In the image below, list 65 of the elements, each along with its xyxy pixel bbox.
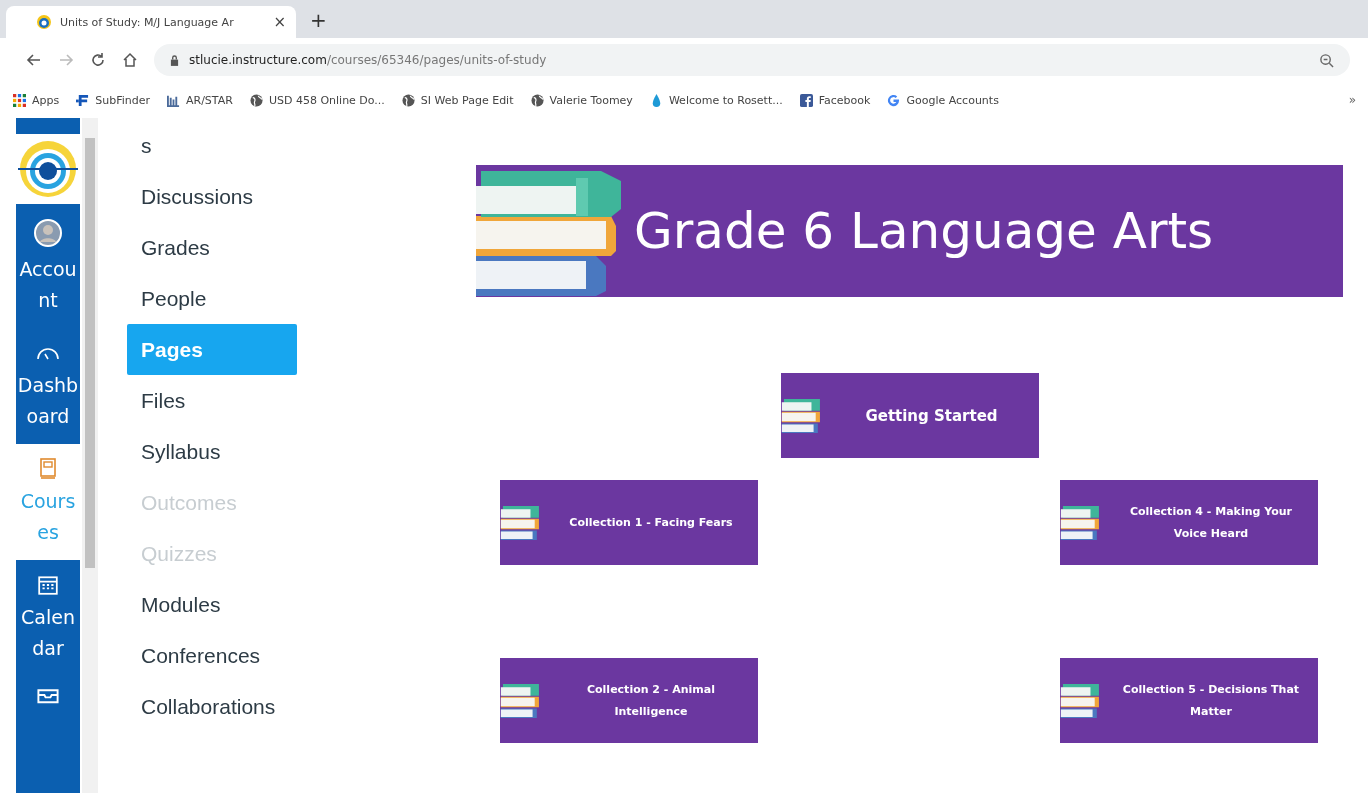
- global-nav-label: Calendar: [20, 605, 76, 661]
- bookmark[interactable]: SI Web Page Edit: [401, 93, 514, 107]
- course-nav-item[interactable]: Discussions: [127, 171, 297, 222]
- globe-icon: [530, 93, 544, 107]
- bookmark-label: Apps: [32, 93, 60, 107]
- global-nav-label: Courses: [19, 489, 77, 545]
- tab-title: Units of Study: M/J Language Ar: [60, 15, 235, 29]
- unit-tile[interactable]: Getting Started: [780, 373, 1039, 458]
- zoom-icon[interactable]: [1319, 52, 1334, 68]
- globe-icon: [249, 93, 263, 107]
- course-nav-item[interactable]: Collaborations: [127, 681, 297, 732]
- global-nav-item[interactable]: Calendar: [16, 560, 80, 676]
- reload-icon[interactable]: [90, 52, 106, 68]
- google-icon: [887, 93, 901, 107]
- course-nav-item[interactable]: Syllabus: [127, 426, 297, 477]
- home-icon[interactable]: [122, 52, 138, 68]
- course-nav-item[interactable]: Modules: [127, 579, 297, 630]
- global-nav-label: Dashboard: [16, 373, 80, 429]
- course-nav-item[interactable]: Grades: [127, 222, 297, 273]
- bookmark[interactable]: Facebook: [799, 93, 871, 107]
- bookmark-label: Google Accounts: [906, 93, 999, 107]
- more-bookmarks-button[interactable]: »: [1348, 93, 1356, 107]
- tile-label: Collection 1 - Facing Fears: [568, 514, 734, 531]
- browser-tab[interactable]: Units of Study: M/J Language Ar ×: [6, 6, 296, 38]
- global-nav-label: Account: [18, 257, 78, 313]
- unit-tile[interactable]: Collection 4 - Making Your Voice Heard: [1060, 480, 1318, 565]
- bookmark[interactable]: Valerie Toomey: [530, 93, 633, 107]
- logo-icon: [36, 14, 52, 30]
- bookmark[interactable]: Google Accounts: [887, 93, 999, 107]
- unit-tile[interactable]: Collection 2 - Animal Intelligence: [500, 658, 758, 743]
- global-nav-item[interactable]: Account: [16, 204, 80, 328]
- scrollbar[interactable]: [82, 118, 98, 793]
- bars-icon: [167, 93, 180, 107]
- tile-label: Collection 5 - Decisions That Matter: [1121, 681, 1301, 720]
- course-nav-item[interactable]: s: [127, 118, 297, 171]
- lock-icon: [170, 54, 179, 66]
- tile-label: Collection 2 - Animal Intelligence: [585, 681, 716, 720]
- unit-tile[interactable]: Collection 1 - Facing Fears: [500, 480, 758, 565]
- calendar-icon: [36, 574, 60, 596]
- url-text: stlucie.instructure.com/courses/65346/pages/units-of-study: [189, 53, 548, 67]
- avatar-icon: [33, 218, 63, 248]
- bookmark[interactable]: SubFinder: [76, 93, 150, 107]
- course-nav-item[interactable]: Files: [127, 375, 297, 426]
- course-nav-item[interactable]: Conferences: [127, 630, 297, 681]
- logo-icon: [76, 93, 90, 107]
- close-tab-button[interactable]: ×: [273, 13, 286, 31]
- facebook-icon: [799, 93, 813, 107]
- course-nav-item[interactable]: People: [127, 273, 297, 324]
- bookmark-label: SI Web Page Edit: [420, 93, 514, 107]
- bookmark[interactable]: AR/STAR: [167, 93, 233, 107]
- tile-label: Collection 4 - Making Your Voice Heard: [1128, 503, 1293, 542]
- bookmark[interactable]: Apps: [13, 93, 60, 107]
- address-bar[interactable]: stlucie.instructure.com/courses/65346/pages/units-of-study: [154, 44, 1350, 76]
- bookmark-label: Valerie Toomey: [549, 93, 633, 107]
- global-nav-item[interactable]: Dashboard: [16, 328, 80, 444]
- banner-title: Grade 6 Language Arts: [634, 202, 1214, 260]
- bookmark-label: Facebook: [818, 93, 871, 107]
- tile-label: Getting Started: [864, 405, 999, 427]
- unit-tile[interactable]: Collection 5 - Decisions That Matter: [1060, 658, 1318, 743]
- globe-icon: [401, 93, 415, 107]
- new-tab-button[interactable]: +: [310, 8, 327, 32]
- bookmark-label: AR/STAR: [186, 93, 233, 107]
- bookmark-label: SubFinder: [95, 93, 150, 107]
- apps-grid-icon: [13, 93, 26, 107]
- back-icon[interactable]: [26, 52, 42, 68]
